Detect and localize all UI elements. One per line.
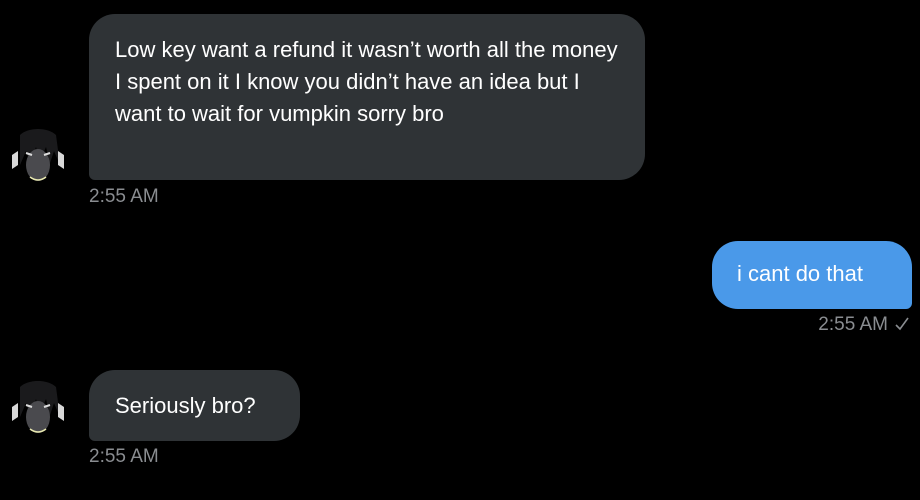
anime-character-avatar-icon [6, 125, 70, 189]
message-text: i cant do that [737, 261, 863, 286]
message-timestamp-row: 2:55 AM [818, 314, 910, 336]
message-bubble[interactable]: Seriously bro? [89, 370, 300, 441]
message-timestamp: 2:55 AM [89, 446, 159, 467]
message-bubble[interactable]: i cant do that [712, 241, 912, 309]
checkmark-icon [895, 317, 909, 331]
contact-avatar[interactable] [6, 125, 70, 189]
message-timestamp: 2:55 AM [818, 314, 888, 335]
message-bubble[interactable]: Low key want a refund it wasn’t worth al… [89, 14, 645, 180]
anime-character-avatar-icon [6, 377, 70, 441]
message-timestamp: 2:55 AM [89, 186, 159, 207]
message-text: Low key want a refund it wasn’t worth al… [115, 37, 618, 126]
message-text: Seriously bro? [115, 393, 256, 418]
contact-avatar[interactable] [6, 377, 70, 441]
